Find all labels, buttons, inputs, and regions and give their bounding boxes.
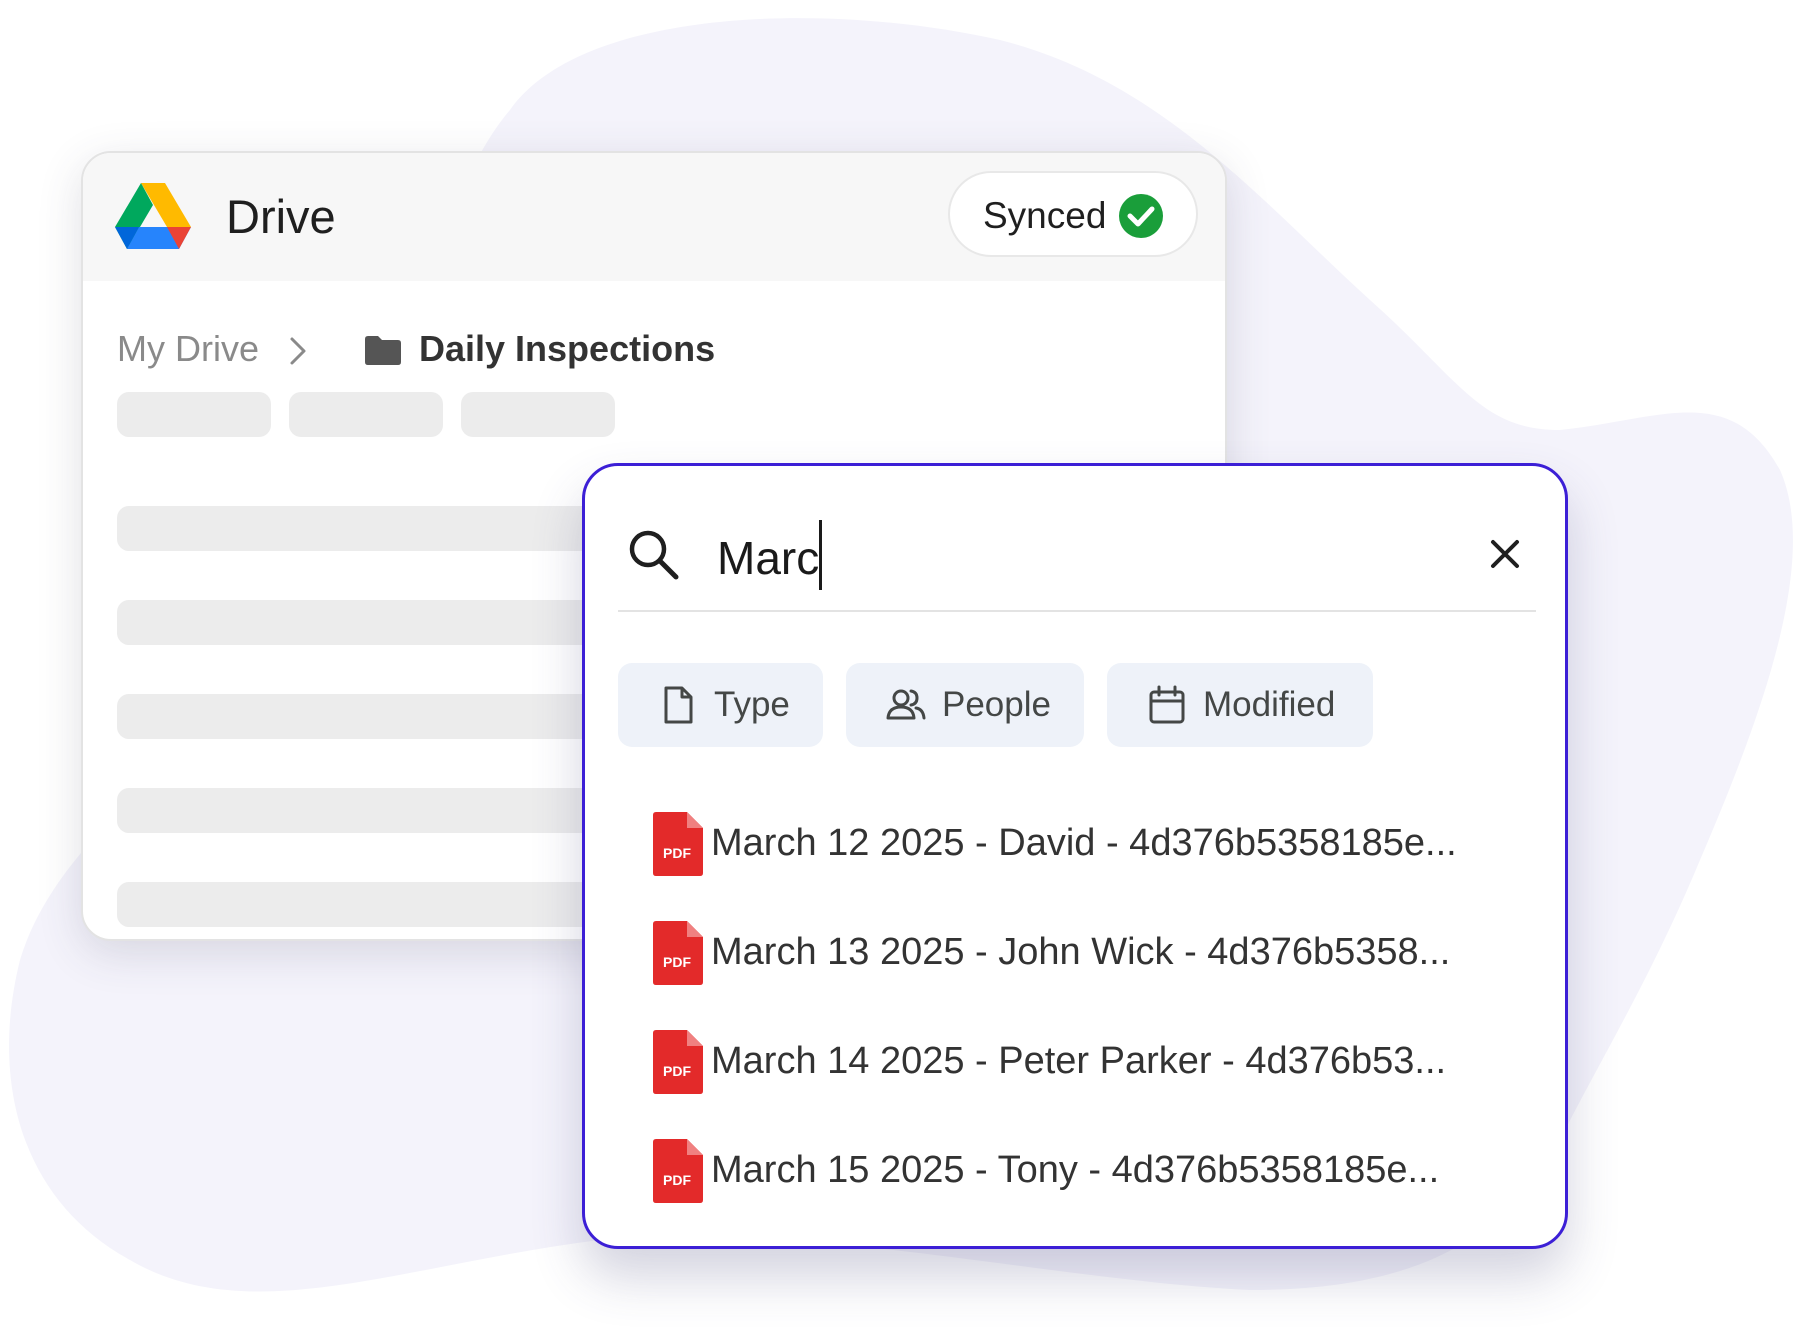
result-file-name: March 15 2025 - Tony - 4d376b5358185e... bbox=[711, 1149, 1440, 1191]
filter-chip-type[interactable]: Type bbox=[618, 663, 823, 747]
skeleton-chip bbox=[461, 392, 615, 437]
breadcrumb: My Drive Daily Inspections bbox=[117, 321, 1017, 371]
pdf-badge: PDF bbox=[663, 954, 691, 970]
breadcrumb-root-link[interactable]: My Drive bbox=[117, 327, 259, 371]
filter-chip-label: Modified bbox=[1203, 685, 1336, 724]
search-divider bbox=[618, 610, 1536, 612]
file-icon bbox=[664, 686, 693, 724]
breadcrumb-current-folder: Daily Inspections bbox=[419, 328, 716, 369]
search-result-item[interactable]: PDF March 15 2025 - Tony - 4d376b5358185… bbox=[645, 1135, 1525, 1215]
pdf-badge: PDF bbox=[663, 1063, 691, 1079]
filter-chip-label: Type bbox=[714, 685, 790, 724]
search-icon bbox=[629, 530, 679, 580]
sync-status-badge: Synced bbox=[948, 171, 1198, 257]
calendar-icon bbox=[1149, 685, 1185, 724]
pdf-icon: PDF bbox=[653, 921, 703, 985]
result-file-name: March 14 2025 - Peter Parker - 4d376b53.… bbox=[711, 1040, 1447, 1082]
pdf-badge: PDF bbox=[663, 845, 691, 861]
drive-header: Drive Synced bbox=[83, 153, 1225, 281]
skeleton-chip bbox=[289, 392, 443, 437]
people-icon bbox=[886, 689, 926, 720]
check-circle-icon bbox=[1119, 194, 1163, 238]
filter-chip-people[interactable]: People bbox=[846, 663, 1084, 747]
pdf-icon: PDF bbox=[653, 812, 703, 876]
filter-chip-modified[interactable]: Modified bbox=[1107, 663, 1373, 747]
filter-chip-label: People bbox=[942, 685, 1051, 724]
app-title: Drive bbox=[226, 190, 336, 243]
result-file-name: March 12 2025 - David - 4d376b5358185e..… bbox=[711, 822, 1457, 864]
close-icon[interactable] bbox=[1483, 532, 1527, 576]
text-cursor bbox=[819, 520, 822, 590]
pdf-badge: PDF bbox=[663, 1172, 691, 1188]
google-drive-logo-icon bbox=[115, 183, 191, 249]
sync-status-label: Synced bbox=[983, 195, 1107, 236]
pdf-icon: PDF bbox=[653, 1139, 703, 1203]
search-result-item[interactable]: PDF March 14 2025 - Peter Parker - 4d376… bbox=[645, 1026, 1525, 1106]
chevron-right-icon bbox=[290, 337, 306, 365]
skeleton-chip bbox=[117, 392, 271, 437]
search-input[interactable] bbox=[717, 528, 1477, 588]
search-panel: Type People Modified PDF March 12 2025 -… bbox=[582, 463, 1568, 1249]
pdf-icon: PDF bbox=[653, 1030, 703, 1094]
folder-icon bbox=[365, 336, 401, 365]
result-file-name: March 13 2025 - John Wick - 4d376b5358..… bbox=[711, 931, 1451, 973]
search-result-item[interactable]: PDF March 12 2025 - David - 4d376b535818… bbox=[645, 808, 1525, 888]
search-result-item[interactable]: PDF March 13 2025 - John Wick - 4d376b53… bbox=[645, 917, 1525, 997]
